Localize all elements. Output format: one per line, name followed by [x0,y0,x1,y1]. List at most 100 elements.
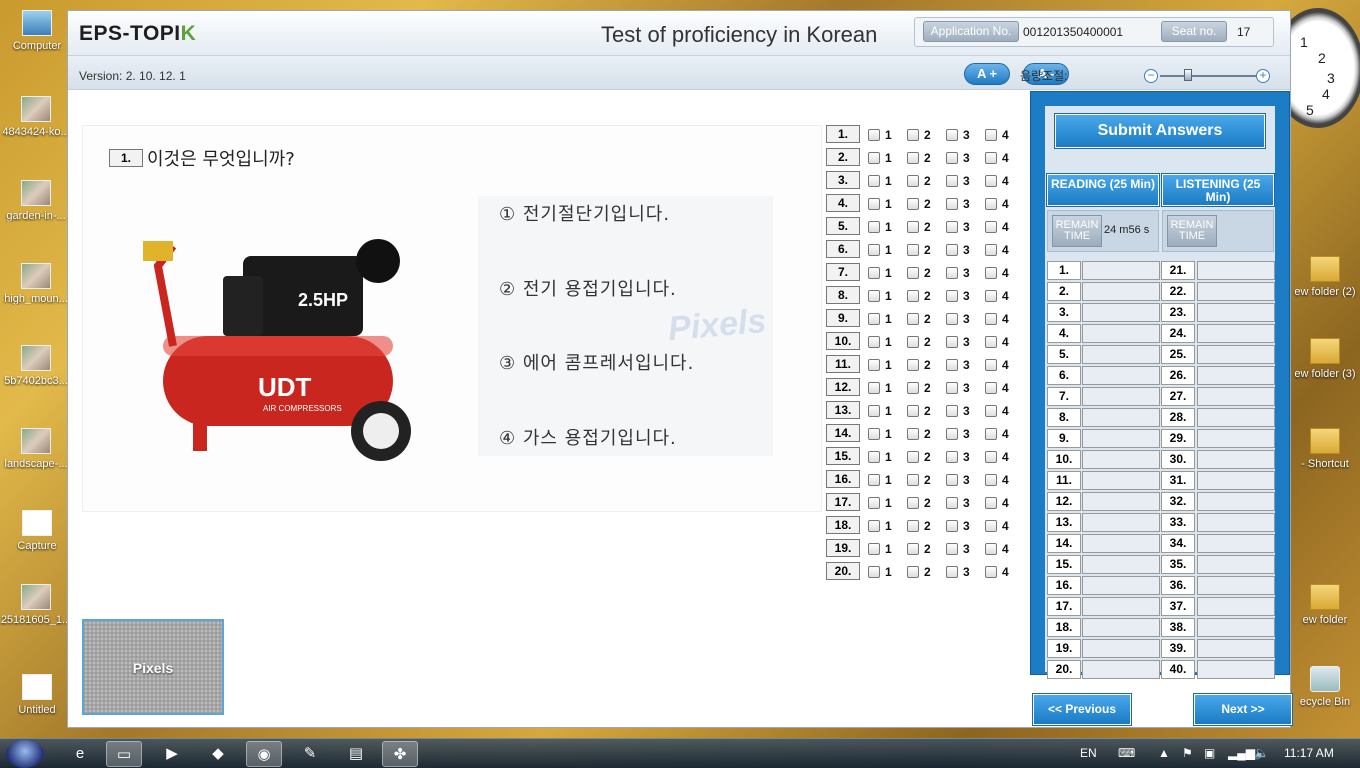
desktop-icon-folder-3[interactable]: ew folder (3) [1290,338,1360,380]
answer-sheet-number[interactable]: 8. [1047,408,1081,427]
answer-sheet-number[interactable]: 19. [1047,639,1081,658]
answer-sheet-number[interactable]: 23. [1161,303,1195,322]
answer-sheet-number[interactable]: 38. [1161,618,1195,637]
answer-checkbox[interactable] [907,152,919,164]
answer-checkbox[interactable] [985,129,997,141]
answer-sheet-number[interactable]: 5. [1047,345,1081,364]
next-button[interactable]: Next >> [1193,693,1293,726]
answer-checkbox[interactable] [907,359,919,371]
thumbnail-image[interactable]: Pixels [82,619,224,715]
answer-checkbox[interactable] [985,290,997,302]
answer-sheet-number[interactable]: 13. [1047,513,1081,532]
desktop-icon-image-6[interactable]: 25181605_1... [0,584,72,626]
answer-checkbox[interactable] [946,336,958,348]
answer-checkbox[interactable] [946,474,958,486]
answer-checkbox[interactable] [946,382,958,394]
language-indicator[interactable]: EN [1080,746,1097,760]
device-icon[interactable]: ▣ [1204,746,1215,760]
answer-checkbox[interactable] [946,520,958,532]
answer-row-number[interactable]: 20. [826,562,860,580]
volume-down-icon[interactable]: − [1144,69,1158,83]
desktop-icon-image-4[interactable]: 5b7402bc3... [0,345,72,387]
answer-checkbox[interactable] [946,543,958,555]
answer-checkbox[interactable] [868,290,880,302]
answer-sheet-number[interactable]: 4. [1047,324,1081,343]
desktop-icon-image-3[interactable]: high_moun... [0,263,72,305]
answer-sheet-number[interactable]: 18. [1047,618,1081,637]
answer-sheet-cell[interactable] [1082,660,1160,679]
answer-checkbox[interactable] [907,405,919,417]
answer-sheet-cell[interactable] [1082,471,1160,490]
answer-checkbox[interactable] [985,497,997,509]
answer-checkbox[interactable] [868,520,880,532]
answer-sheet-cell[interactable] [1082,555,1160,574]
answer-sheet-cell[interactable] [1082,261,1160,280]
answer-sheet-number[interactable]: 12. [1047,492,1081,511]
answer-row-number[interactable]: 9. [826,309,860,327]
desktop-icon-computer[interactable]: Computer [1,10,73,52]
listening-section-header[interactable]: LISTENING (25 Min) [1161,173,1275,207]
answer-checkbox[interactable] [907,543,919,555]
answer-sheet-number[interactable]: 29. [1161,429,1195,448]
answer-checkbox[interactable] [985,405,997,417]
answer-sheet-number[interactable]: 22. [1161,282,1195,301]
answer-sheet-number[interactable]: 17. [1047,597,1081,616]
answer-checkbox[interactable] [907,221,919,233]
answer-row-number[interactable]: 12. [826,378,860,396]
answer-sheet-cell[interactable] [1197,639,1275,658]
answer-sheet-number[interactable]: 24. [1161,324,1195,343]
answer-row-number[interactable]: 13. [826,401,860,419]
answer-checkbox[interactable] [946,290,958,302]
answer-row-number[interactable]: 15. [826,447,860,465]
answer-row-number[interactable]: 19. [826,539,860,557]
answer-checkbox[interactable] [985,451,997,463]
answer-sheet-cell[interactable] [1197,618,1275,637]
answer-row-number[interactable]: 17. [826,493,860,511]
answer-checkbox[interactable] [985,198,997,210]
desktop-icon-capture[interactable]: Capture [1,510,73,552]
chrome-icon[interactable]: ◉ [246,741,282,767]
visual-studio-icon[interactable]: ◆ [200,741,236,767]
system-clock[interactable]: 11:17 AM [1284,746,1334,760]
answer-sheet-cell[interactable] [1082,303,1160,322]
answer-row-number[interactable]: 2. [826,148,860,166]
answer-sheet-number[interactable]: 9. [1047,429,1081,448]
answer-checkbox[interactable] [907,244,919,256]
answer-checkbox[interactable] [985,336,997,348]
answer-row-number[interactable]: 7. [826,263,860,281]
answer-checkbox[interactable] [946,428,958,440]
answer-sheet-cell[interactable] [1082,639,1160,658]
submit-answers-button[interactable]: Submit Answers [1054,113,1266,149]
answer-sheet-cell[interactable] [1082,366,1160,385]
file-explorer-icon[interactable]: ▭ [106,741,142,767]
answer-sheet-number[interactable]: 10. [1047,450,1081,469]
answer-checkbox[interactable] [868,428,880,440]
answer-sheet-cell[interactable] [1197,429,1275,448]
answer-checkbox[interactable] [907,290,919,302]
answer-checkbox[interactable] [907,175,919,187]
answer-checkbox[interactable] [985,267,997,279]
notepad-icon[interactable]: ▤ [338,741,374,767]
answer-checkbox[interactable] [985,313,997,325]
answer-checkbox[interactable] [907,336,919,348]
answer-sheet-number[interactable]: 3. [1047,303,1081,322]
font-increase-button[interactable]: A + [964,63,1010,85]
answer-checkbox[interactable] [868,543,880,555]
answer-sheet-number[interactable]: 28. [1161,408,1195,427]
answer-sheet-cell[interactable] [1082,534,1160,553]
answer-checkbox[interactable] [868,152,880,164]
answer-checkbox[interactable] [946,451,958,463]
answer-sheet-cell[interactable] [1197,324,1275,343]
answer-checkbox[interactable] [946,221,958,233]
answer-sheet-cell[interactable] [1082,429,1160,448]
answer-sheet-number[interactable]: 21. [1161,261,1195,280]
answer-checkbox[interactable] [868,497,880,509]
answer-sheet-cell[interactable] [1197,492,1275,511]
answer-sheet-cell[interactable] [1197,450,1275,469]
answer-sheet-cell[interactable] [1197,366,1275,385]
answer-sheet-cell[interactable] [1197,534,1275,553]
answer-row-number[interactable]: 14. [826,424,860,442]
keyboard-icon[interactable]: ⌨ [1118,746,1135,760]
answer-sheet-cell[interactable] [1197,345,1275,364]
answer-checkbox[interactable] [946,175,958,187]
